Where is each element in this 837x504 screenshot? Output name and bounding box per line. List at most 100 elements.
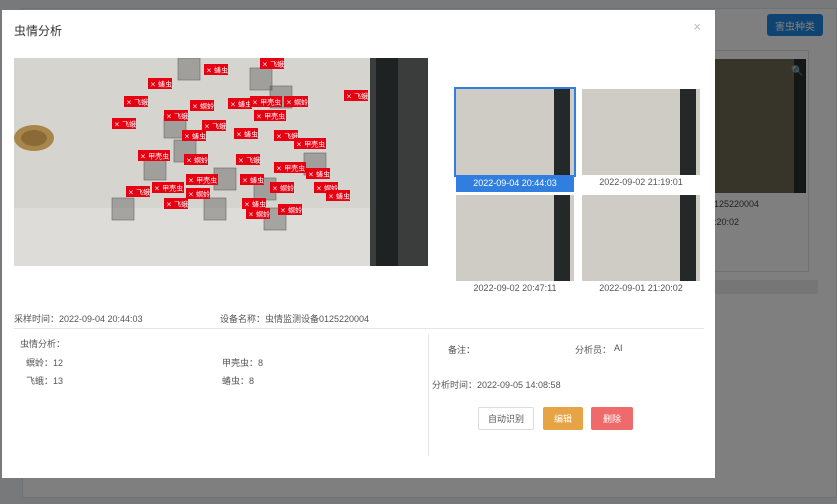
detection-tag: × 蝽虫 — [228, 98, 252, 109]
detection-tag: × 飞蛾 — [344, 90, 368, 101]
svg-text:× 螟蛉: × 螟蛉 — [248, 210, 270, 219]
svg-text:× 蝽虫: × 蝽虫 — [184, 132, 206, 141]
detection-tag: × 螟蛉 — [270, 182, 294, 193]
svg-text:× 蝽虫: × 蝽虫 — [328, 192, 350, 201]
detection-tag: × 蝽虫 — [306, 168, 330, 179]
main-detection-image[interactable]: × 蝽虫 × 蝽虫 × 飞蛾 × 飞蛾 × 飞蛾 × 螟蛉 × 蝽虫 × 甲壳虫 × 螟蛉 × 飞… — [14, 58, 428, 266]
svg-text:× 螟蛉: × 螟蛉 — [280, 206, 302, 215]
svg-text:× 甲壳虫: × 甲壳虫 — [276, 164, 305, 173]
analysis-heading: 虫情分析： — [20, 339, 66, 349]
detection-tag: × 甲壳虫 — [138, 150, 170, 161]
svg-text:× 飞蛾: × 飞蛾 — [346, 92, 368, 101]
thumbnail-item[interactable]: 2022-09-02 21:19:01 — [582, 89, 700, 192]
detection-tag: × 蝽虫 — [242, 198, 266, 209]
svg-text:× 飞蛾: × 飞蛾 — [262, 60, 284, 69]
svg-text:× 蝽虫: × 蝽虫 — [244, 200, 266, 209]
modal-title: 虫情分析 — [14, 23, 63, 38]
pest-analysis-modal: 虫情分析 × × 蝽虫 × 蝽虫 × 飞蛾 × 飞蛾 × 飞蛾 × 螟蛉 × 蝽虫 × 甲壳虫… — [2, 10, 715, 478]
detection-tag: × 飞蛾 — [236, 154, 260, 165]
detection-tag: × 甲壳虫 — [274, 162, 306, 173]
thumbnail-item[interactable]: 2022-09-02 20:47:11 — [456, 195, 574, 298]
detection-tag: × 螟蛉 — [278, 204, 302, 215]
svg-text:× 蝽虫: × 蝽虫 — [308, 170, 330, 179]
detection-box — [203, 197, 227, 221]
detection-tag: × 飞蛾 — [202, 120, 226, 131]
detection-tag: × 飞蛾 — [260, 58, 284, 69]
detection-tag: × 蝽虫 — [204, 64, 228, 75]
thumbnail-caption: 2022-09-01 21:20:02 — [599, 283, 683, 293]
detection-tag: × 飞蛾 — [164, 198, 188, 209]
svg-text:× 螟蛉: × 螟蛉 — [192, 102, 214, 111]
detection-tag: × 甲壳虫 — [254, 110, 286, 121]
svg-text:× 蝽虫: × 蝽虫 — [230, 100, 252, 109]
detection-box — [249, 67, 273, 91]
svg-text:× 甲壳虫: × 甲壳虫 — [154, 184, 183, 193]
detection-box — [143, 157, 167, 181]
thumbnail-caption: 2022-09-02 20:47:11 — [473, 283, 557, 293]
detection-tag: × 甲壳虫 — [250, 96, 282, 107]
svg-text:× 飞蛾: × 飞蛾 — [166, 112, 188, 121]
edit-button[interactable]: 编辑 — [543, 407, 583, 430]
close-icon[interactable]: × — [693, 19, 701, 34]
detection-tag: × 蝽虫 — [234, 128, 258, 139]
device-name: 设备名称：虫情监测设备0125220004 — [220, 314, 370, 324]
detection-box — [111, 197, 135, 221]
detection-tag: × 飞蛾 — [126, 186, 150, 197]
svg-text:× 蝽虫: × 蝽虫 — [150, 80, 172, 89]
detection-tag: × 螟蛉 — [190, 100, 214, 111]
detection-tag: × 蝽虫 — [148, 78, 172, 89]
svg-text:× 蝽虫: × 蝽虫 — [206, 66, 228, 75]
detection-tag: × 螟蛉 — [284, 96, 308, 107]
divider — [14, 328, 704, 329]
detection-tag: × 飞蛾 — [164, 110, 188, 121]
analysis-time: 分析时间：2022-09-05 14:08:58 — [432, 380, 561, 390]
svg-text:× 蝽虫: × 蝽虫 — [236, 130, 258, 139]
detection-box — [177, 58, 201, 81]
svg-text:× 飞蛾: × 飞蛾 — [128, 188, 150, 197]
count-moth: 飞蛾：13 — [26, 376, 64, 386]
svg-text:× 螟蛉: × 螟蛉 — [186, 156, 208, 165]
modal-header: 虫情分析 — [2, 10, 715, 50]
svg-text:× 飞蛾: × 飞蛾 — [114, 120, 136, 129]
svg-text:× 蝽虫: × 蝽虫 — [242, 176, 264, 185]
detection-tag: × 螟蛉 — [186, 188, 210, 199]
detection-tag: × 甲壳虫 — [294, 138, 326, 149]
svg-text:× 螟蛉: × 螟蛉 — [286, 98, 308, 107]
svg-text:× 甲壳虫: × 甲壳虫 — [252, 98, 281, 107]
detection-tag: × 飞蛾 — [112, 118, 136, 129]
svg-text:× 甲壳虫: × 甲壳虫 — [296, 140, 325, 149]
thumbnail-item[interactable]: 2022-09-04 20:44:03 — [454, 87, 576, 192]
detection-image-canvas: × 蝽虫× 蝽虫× 飞蛾× 飞蛾× 飞蛾 × 螟蛉 × 蝽虫 × 甲壳虫 × 螟蛉× 飞… — [14, 58, 428, 266]
analyst-value: AI — [614, 343, 623, 353]
detection-tag: × 蝽虫 — [326, 190, 350, 201]
thumbnail-item[interactable]: 2022-09-01 21:20:02 — [582, 195, 700, 298]
thumbnail-caption: 2022-09-02 21:19:01 — [599, 177, 683, 187]
svg-text:× 螟蛉: × 螟蛉 — [188, 190, 210, 199]
detection-tag: × 飞蛾 — [124, 96, 148, 107]
svg-text:× 螟蛉: × 螟蛉 — [272, 184, 294, 193]
auto-identify-button[interactable]: 自动识别 — [478, 407, 534, 430]
thumbnail-image — [582, 89, 700, 175]
detection-tag: × 螟蛉 — [184, 154, 208, 165]
thumbnail-image — [456, 195, 574, 281]
delete-button[interactable]: 删除 — [591, 407, 633, 430]
svg-text:× 甲壳虫: × 甲壳虫 — [140, 152, 169, 161]
detection-tag: × 甲壳虫 — [152, 182, 184, 193]
count-beetle: 甲壳虫：8 — [222, 358, 264, 368]
detection-tag: × 螟蛉 — [246, 208, 270, 219]
svg-text:× 飞蛾: × 飞蛾 — [238, 156, 260, 165]
svg-text:× 甲壳虫: × 甲壳虫 — [256, 112, 285, 121]
thumbnail-caption: 2022-09-04 20:44:03 — [456, 175, 574, 192]
sample-time: 采样时间：2022-09-04 20:44:03 — [14, 314, 143, 324]
svg-text:× 飞蛾: × 飞蛾 — [204, 122, 226, 131]
svg-text:× 飞蛾: × 飞蛾 — [166, 200, 188, 209]
svg-text:× 飞蛾: × 飞蛾 — [126, 98, 148, 107]
thumbnail-image — [582, 195, 700, 281]
count-mite: 螟蛉：12 — [26, 358, 64, 368]
detection-tag: × 甲壳虫 — [186, 174, 218, 185]
count-aphid: 蝽虫：8 — [222, 376, 255, 386]
svg-text:× 甲壳虫: × 甲壳虫 — [188, 176, 217, 185]
remarks-label: 备注： — [448, 345, 476, 355]
detection-tag: × 蝽虫 — [182, 130, 206, 141]
thumbnail-image — [454, 87, 576, 177]
